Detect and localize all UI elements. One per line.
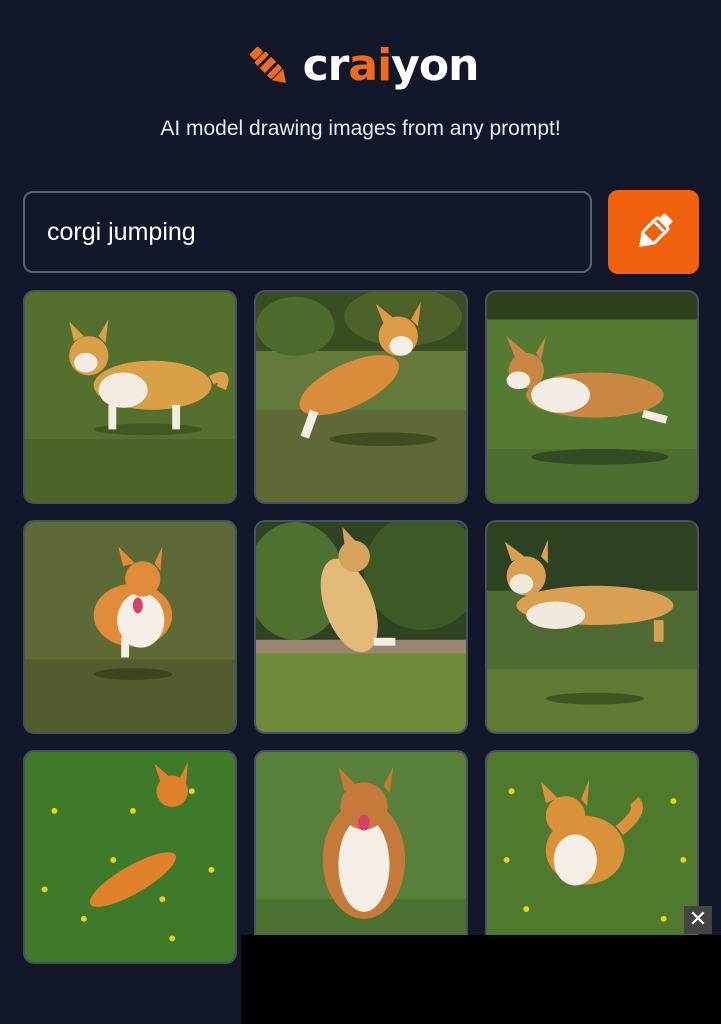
brand-name: craiyon (302, 40, 480, 91)
corgi-image (25, 752, 235, 962)
corgi-image (256, 752, 466, 962)
corgi-image (256, 292, 466, 502)
result-image-4[interactable] (23, 520, 237, 734)
corgi-image (25, 522, 235, 732)
close-icon[interactable]: ✕ (684, 906, 712, 934)
brand-logo[interactable]: craiyon (0, 40, 721, 92)
corgi-image (256, 522, 466, 732)
corgi-image (487, 522, 697, 732)
draw-button[interactable] (608, 190, 699, 274)
prompt-input[interactable]: corgi jumping (23, 191, 592, 273)
result-image-5[interactable] (254, 520, 468, 734)
result-image-7[interactable] (23, 750, 237, 964)
result-image-8[interactable] (254, 750, 468, 964)
result-image-6[interactable] (485, 520, 699, 734)
crayon-icon (249, 47, 286, 83)
result-image-2[interactable] (254, 290, 468, 504)
result-image-3[interactable] (485, 290, 699, 504)
prompt-value: corgi jumping (47, 217, 196, 246)
ad-overlay[interactable] (241, 935, 721, 1024)
corgi-image (25, 292, 235, 502)
result-image-9[interactable] (485, 750, 699, 964)
result-image-1[interactable] (23, 290, 237, 504)
crayon-icon (638, 213, 672, 247)
corgi-image (487, 752, 697, 962)
corgi-image (487, 292, 697, 502)
tagline: AI model drawing images from any prompt! (160, 117, 561, 140)
